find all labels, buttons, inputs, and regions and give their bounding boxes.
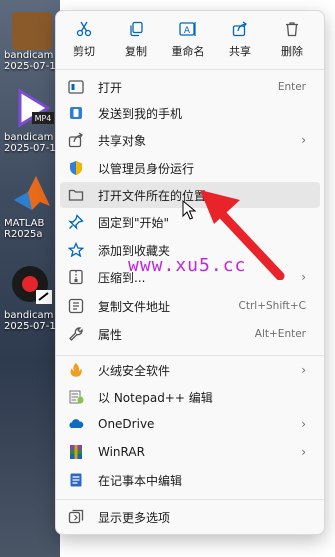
copy-icon	[110, 19, 162, 39]
desktop-item-matlab[interactable]: MATLAB R2025a	[4, 172, 60, 240]
menu-item-label: 显示更多选项	[98, 510, 171, 525]
mouse-cursor-icon	[182, 200, 196, 220]
menu-separator	[56, 355, 324, 356]
notepad-plus-icon	[68, 389, 84, 405]
share-label: 共享	[229, 45, 251, 58]
menu-item-label: 以管理员身份运行	[98, 161, 195, 176]
desktop-item-name: bandicam	[4, 310, 54, 321]
winrar-icon	[68, 444, 84, 460]
trash-icon	[266, 19, 318, 39]
menu-item-label: WinRAR	[98, 445, 145, 459]
menu-item-label: 以 Notepad++ 编辑	[98, 390, 213, 405]
rename-button[interactable]: A 重命名	[162, 19, 214, 63]
chevron-right-icon: ›	[301, 445, 306, 459]
desktop-item-bandicam-3[interactable]: bandicam 2025-07-1	[4, 262, 60, 332]
menu-item-label: OneDrive	[98, 417, 155, 431]
shortcut-text: Enter	[277, 81, 306, 93]
onedrive-icon	[68, 416, 84, 432]
desktop-item-name: MATLAB	[4, 218, 45, 229]
menu-item-notepad-plus[interactable]: 以 Notepad++ 编辑	[60, 384, 320, 410]
shortcut-text: Ctrl+Shift+C	[238, 300, 306, 312]
menu-item-huorong[interactable]: 火绒安全软件 ›	[60, 357, 320, 383]
share-object-icon	[68, 132, 84, 148]
red-arrow-annotation-icon	[200, 190, 285, 280]
desktop-item-date: R2025a	[4, 229, 43, 240]
menu-item-winrar[interactable]: WinRAR ›	[60, 439, 320, 465]
quick-action-bar: 剪切 复制 A 重命名 共享 删除	[56, 11, 324, 70]
menu-separator	[56, 499, 324, 500]
menu-item-copy-file-path[interactable]: 复制文件地址 Ctrl+Shift+C	[60, 293, 320, 319]
pin-icon	[68, 214, 84, 230]
menu-item-edit-in-notepad[interactable]: 在记事本中编辑	[60, 467, 320, 493]
video-thumbnail-icon	[12, 12, 52, 50]
menu-item-share-object[interactable]: 共享对象 ›	[60, 127, 320, 153]
star-icon	[68, 242, 84, 258]
desktop-item-bandicam-2[interactable]: MP4 bandicam 2025-07-1	[4, 88, 60, 154]
copy-label: 复制	[125, 45, 147, 58]
cut-button[interactable]: 剪切	[58, 19, 110, 63]
rename-icon: A	[162, 19, 214, 39]
bandicam-icon	[12, 266, 52, 304]
phone-icon	[68, 105, 84, 121]
svg-text:MP4: MP4	[35, 114, 52, 123]
folder-icon	[68, 187, 84, 203]
chevron-right-icon: ›	[301, 270, 306, 284]
huorong-icon	[68, 362, 84, 378]
menu-item-show-more-options[interactable]: 显示更多选项	[60, 504, 320, 530]
desktop-item-name: bandicam	[4, 132, 54, 143]
desktop-item-date: 2025-07-1	[4, 143, 56, 154]
menu-item-label: 打开	[98, 80, 123, 95]
scissors-icon	[58, 19, 110, 39]
copy-button[interactable]: 复制	[110, 19, 162, 63]
desktop-background: bandicam 2025-07-1 MP4 bandicam 2025-07-…	[0, 0, 60, 557]
rename-label: 重命名	[171, 45, 205, 58]
desktop-item-bandicam-1[interactable]: bandicam 2025-07-1	[4, 12, 60, 72]
menu-item-run-as-admin[interactable]: 以管理员身份运行	[60, 155, 320, 181]
open-icon	[68, 79, 84, 95]
more-options-icon	[68, 509, 84, 525]
chevron-right-icon: ›	[301, 133, 306, 147]
menu-item-label: 复制文件地址	[98, 299, 171, 314]
wrench-icon	[68, 326, 84, 342]
delete-label: 删除	[281, 45, 303, 58]
shield-icon	[68, 160, 84, 176]
desktop-item-date: 2025-07-1	[4, 321, 56, 332]
menu-item-label: 发送到我的手机	[98, 106, 183, 121]
menu-item-label: 属性	[98, 327, 123, 342]
menu-item-properties[interactable]: 属性 Alt+Enter	[60, 321, 320, 347]
chevron-right-icon: ›	[301, 417, 306, 431]
desktop-item-date: 2025-07-1	[4, 61, 56, 72]
desktop-item-name: bandicam	[4, 50, 54, 61]
chevron-right-icon: ›	[301, 363, 306, 377]
shortcut-text: Alt+Enter	[254, 328, 306, 340]
mp4-play-icon: MP4	[18, 88, 54, 128]
menu-item-label: 在记事本中编辑	[98, 473, 183, 488]
menu-item-open[interactable]: 打开 Enter	[60, 74, 320, 100]
menu-item-label: 共享对象	[98, 133, 147, 148]
share-button[interactable]: 共享	[214, 19, 266, 63]
notepad-icon	[68, 472, 84, 488]
menu-item-send-to-phone[interactable]: 发送到我的手机	[60, 100, 320, 126]
delete-button[interactable]: 删除	[266, 19, 318, 63]
svg-text:A: A	[184, 26, 191, 36]
copy-path-icon	[68, 298, 84, 314]
menu-item-onedrive[interactable]: OneDrive ›	[60, 411, 320, 437]
cut-label: 剪切	[73, 45, 95, 58]
share-icon	[214, 19, 266, 39]
menu-item-label: 火绒安全软件	[98, 363, 171, 378]
matlab-icon	[14, 176, 50, 210]
zip-icon	[68, 269, 84, 285]
